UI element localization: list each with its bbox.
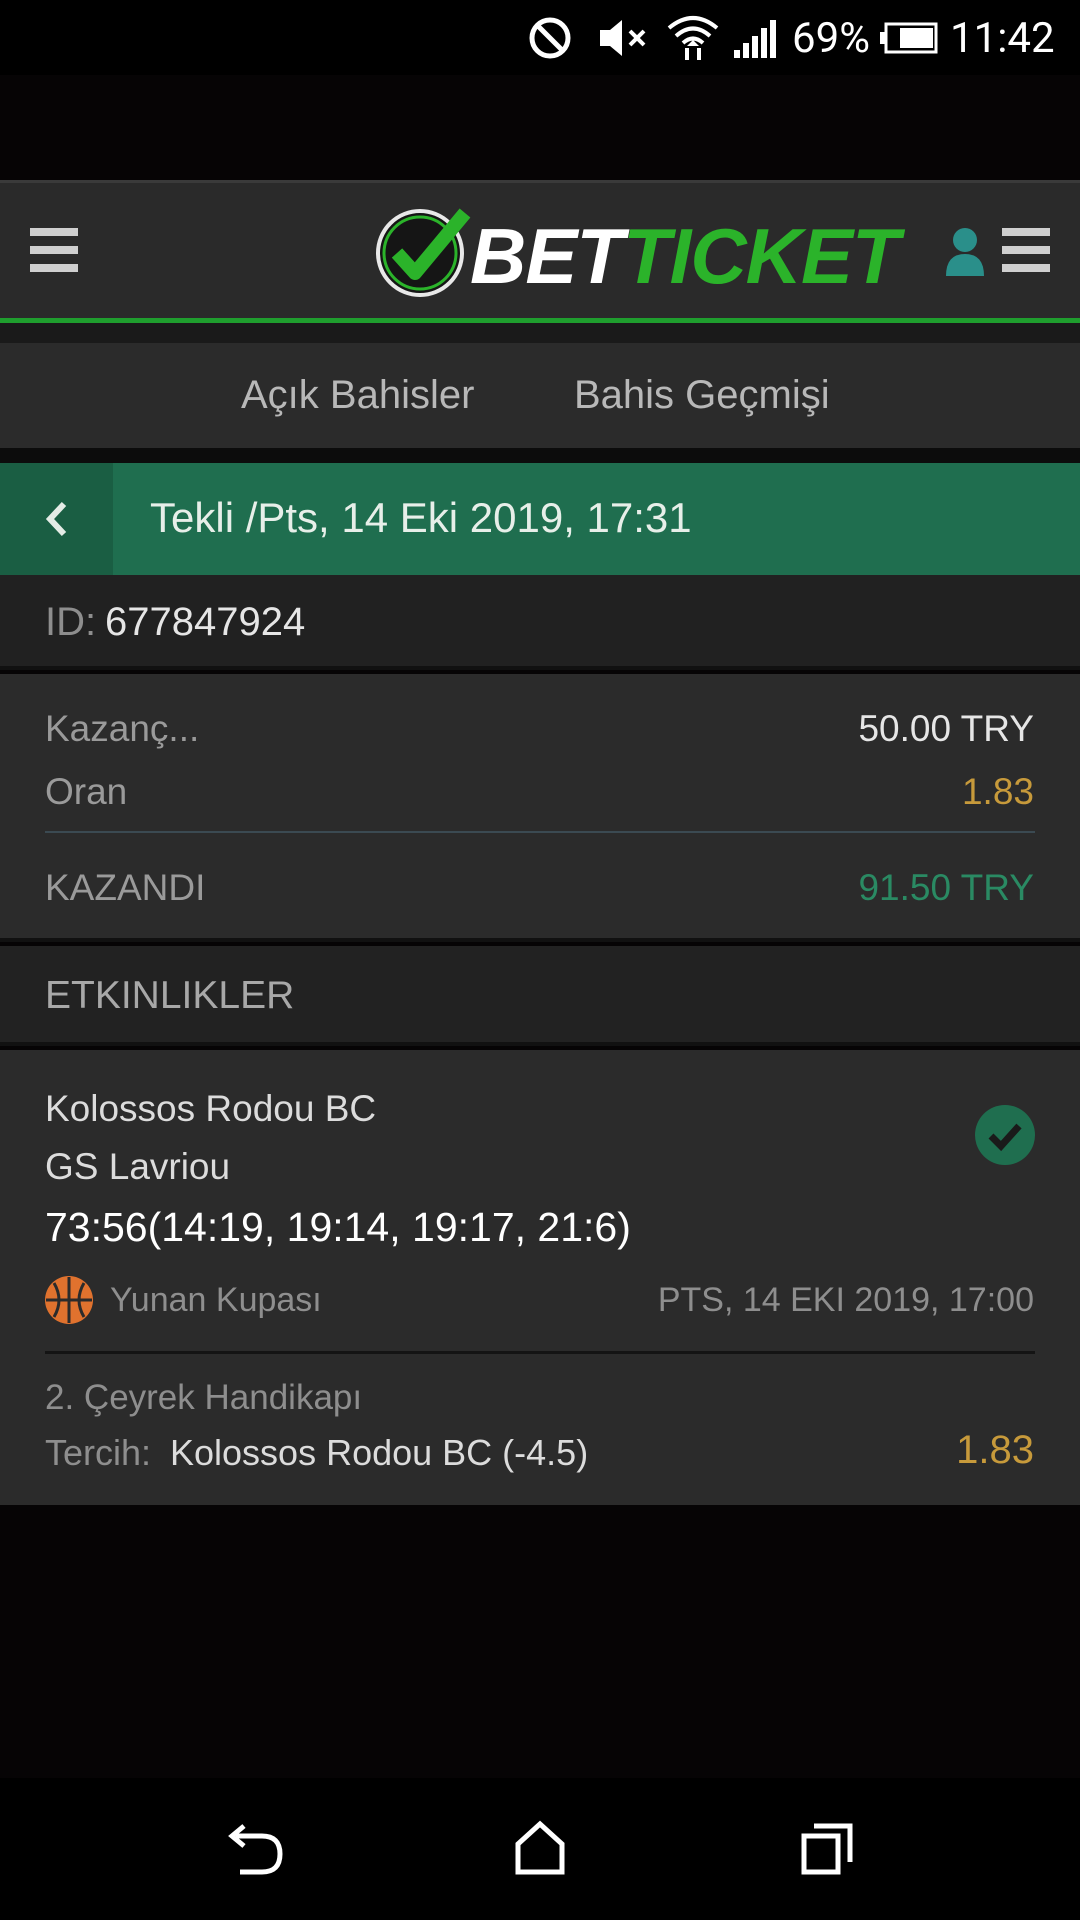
home-nav-icon[interactable] (514, 1820, 566, 1876)
event-date: PTS, 14 EKI 2019, 17:00 (657, 1281, 1034, 1319)
logo[interactable]: BETTICKET (375, 205, 900, 300)
pick-value: Kolossos Rodou BC (-4.5) (170, 1432, 589, 1473)
result-label: KAZANDI (45, 867, 206, 908)
event-score: 73:56(14:19, 19:14, 19:17, 21:6) (45, 1204, 631, 1250)
recents-nav-icon[interactable] (800, 1822, 856, 1876)
status-bar: 69% 11:42 (0, 0, 1080, 75)
logo-bet: BET (470, 212, 624, 300)
basketball-icon (45, 1276, 93, 1324)
stake-value: 50.00 TRY (858, 708, 1034, 749)
event-league: Yunan Kupası (110, 1281, 322, 1319)
user-icon[interactable] (944, 226, 986, 278)
clock: 11:42 (950, 14, 1055, 63)
back-nav-icon[interactable] (222, 1822, 286, 1878)
stake-label: Kazanç... (45, 708, 200, 749)
logo-ticket: TICKET (623, 212, 900, 300)
signal-icon (734, 20, 776, 58)
divider (45, 1351, 1035, 1354)
back-button[interactable] (0, 463, 113, 575)
battery-percent: 69% (792, 14, 870, 63)
pick-label: Tercih: (45, 1432, 152, 1473)
ticket-title: Tekli /Pts, 14 Eki 2019, 17:31 (150, 494, 692, 541)
tab-bar (0, 343, 1080, 448)
event-away-team: GS Lavriou (45, 1146, 231, 1187)
menu-icon[interactable] (30, 228, 78, 272)
event-market: 2. Çeyrek Handikapı (45, 1378, 363, 1417)
pick-odds: 1.83 (956, 1428, 1034, 1472)
wifi-icon (667, 16, 719, 60)
odds-label: Oran (45, 771, 128, 812)
battery-icon (880, 22, 938, 54)
logo-check-icon (376, 208, 471, 297)
result-value: 91.50 TRY (858, 867, 1034, 908)
tab-open-bets[interactable]: Açık Bahisler (241, 373, 474, 418)
ticket-id-value: 677847924 (105, 600, 306, 644)
won-check-icon (975, 1105, 1035, 1165)
chevron-left-icon (45, 501, 66, 537)
events-header-label: ETKINLIKLER (45, 974, 295, 1017)
tab-bet-history[interactable]: Bahis Geçmişi (574, 373, 830, 418)
do-not-disturb-icon (529, 17, 571, 59)
divider (45, 831, 1035, 833)
ticket-id-label: ID: (45, 600, 97, 644)
mute-icon (600, 20, 646, 56)
event-home-team: Kolossos Rodou BC (45, 1088, 377, 1129)
options-menu-icon[interactable] (1002, 228, 1050, 272)
odds-value: 1.83 (961, 771, 1034, 812)
